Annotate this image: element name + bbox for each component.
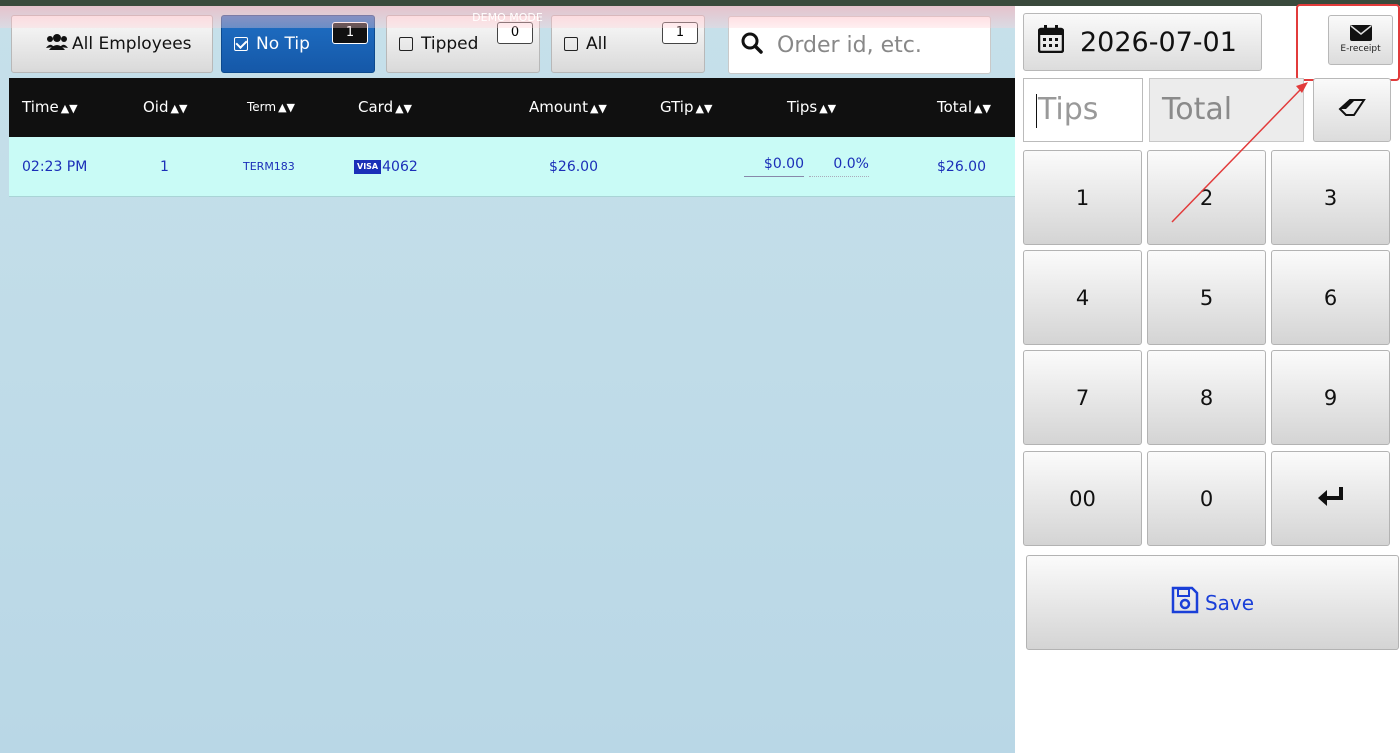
header-tips[interactable]: Tips ▲▼	[787, 78, 836, 137]
cell-amount: $26.00	[549, 159, 598, 175]
checkbox-icon	[399, 37, 413, 51]
no-tip-filter[interactable]: No Tip 1	[221, 15, 375, 73]
header-oid[interactable]: Oid ▲▼	[143, 78, 187, 137]
sort-icon: ▲▼	[395, 102, 413, 115]
date-picker[interactable]: 2026-07-01	[1023, 13, 1262, 71]
all-count: 1	[662, 22, 698, 44]
header-term[interactable]: Term ▲▼	[247, 78, 295, 137]
keypad-7[interactable]: 7	[1023, 350, 1142, 445]
calendar-icon	[1037, 24, 1065, 60]
cell-card: VISA 4062	[354, 137, 418, 197]
header-amount[interactable]: Amount ▲▼	[529, 78, 607, 137]
cell-term: TERM183	[243, 160, 295, 173]
search-box	[728, 16, 991, 74]
table-header: Time ▲▼ Oid ▲▼ Term ▲▼ Card ▲▼ Amount ▲▼ GTip…	[9, 78, 1015, 137]
sort-icon: ▲▼	[60, 102, 78, 115]
all-filter[interactable]: All 1	[551, 15, 705, 73]
tipped-filter[interactable]: Tipped 0	[386, 15, 540, 73]
header-card[interactable]: Card ▲▼	[358, 78, 412, 137]
visa-card-icon: VISA	[354, 160, 382, 174]
eraser-icon	[1338, 99, 1366, 121]
e-receipt-label: E-receipt	[1340, 44, 1381, 54]
no-tip-count: 1	[332, 22, 368, 44]
keypad-2[interactable]: 2	[1147, 150, 1266, 245]
enter-icon	[1317, 485, 1345, 512]
card-last4: 4062	[382, 159, 418, 175]
header-time[interactable]: Time ▲▼	[22, 78, 78, 137]
orders-pane: All Employees No Tip 1 Tipped 0 All 1 Ti…	[0, 6, 1015, 753]
sort-icon: ▲▼	[170, 102, 188, 115]
e-receipt-button[interactable]: E-receipt	[1328, 15, 1393, 65]
all-employees-label: All Employees	[72, 34, 192, 54]
tips-placeholder: Tips	[1038, 92, 1099, 127]
save-label: Save	[1204, 590, 1255, 615]
tipped-count: 0	[497, 22, 533, 44]
users-icon	[46, 33, 68, 56]
keypad-3[interactable]: 3	[1271, 150, 1390, 245]
header-gtip[interactable]: GTip ▲▼	[660, 78, 712, 137]
keypad-4[interactable]: 4	[1023, 250, 1142, 345]
keypad-0[interactable]: 0	[1147, 451, 1266, 546]
date-value: 2026-07-01	[1080, 26, 1237, 58]
no-tip-label: No Tip	[256, 34, 310, 54]
sort-icon: ▲▼	[819, 102, 837, 115]
sort-icon: ▲▼	[695, 102, 713, 115]
floppy-disk-icon	[1171, 586, 1199, 619]
search-icon	[741, 32, 763, 58]
keypad-00[interactable]: 00	[1023, 451, 1142, 546]
tips-input[interactable]: Tips	[1023, 78, 1143, 142]
sort-icon: ▲▼	[278, 101, 296, 114]
keypad-9[interactable]: 9	[1271, 350, 1390, 445]
save-button[interactable]: Save	[1026, 555, 1399, 650]
all-label: All	[586, 34, 608, 54]
checkbox-icon	[564, 37, 578, 51]
checkbox-checked-icon	[234, 37, 248, 51]
tipped-label: Tipped	[421, 34, 479, 54]
cell-total: $26.00	[937, 159, 986, 175]
cell-time: 02:23 PM	[22, 159, 88, 175]
keypad-5[interactable]: 5	[1147, 250, 1266, 345]
total-input[interactable]: Total	[1149, 78, 1304, 142]
tip-entry-panel: 2026-07-01 E-receipt Tips Total 1 2 3 4 …	[1015, 4, 1400, 753]
keypad-enter[interactable]	[1271, 451, 1390, 546]
sort-icon: ▲▼	[974, 102, 991, 115]
tips-amount-field[interactable]: $0.00	[744, 151, 804, 177]
keypad-8[interactable]: 8	[1147, 350, 1266, 445]
cell-oid: 1	[160, 159, 169, 175]
clear-button[interactable]	[1313, 78, 1391, 142]
sort-icon: ▲▼	[589, 102, 607, 115]
header-total[interactable]: Total ▲▼	[937, 78, 991, 137]
all-employees-button[interactable]: All Employees	[11, 15, 213, 73]
table-row[interactable]: 02:23 PM 1 TERM183 VISA 4062 $26.00 $0.00…	[9, 137, 1015, 197]
envelope-icon	[1329, 25, 1392, 44]
keypad-6[interactable]: 6	[1271, 250, 1390, 345]
total-placeholder: Total	[1162, 92, 1233, 127]
tips-percent-field[interactable]: 0.0%	[809, 151, 869, 177]
keypad-1[interactable]: 1	[1023, 150, 1142, 245]
search-input[interactable]	[775, 31, 975, 59]
